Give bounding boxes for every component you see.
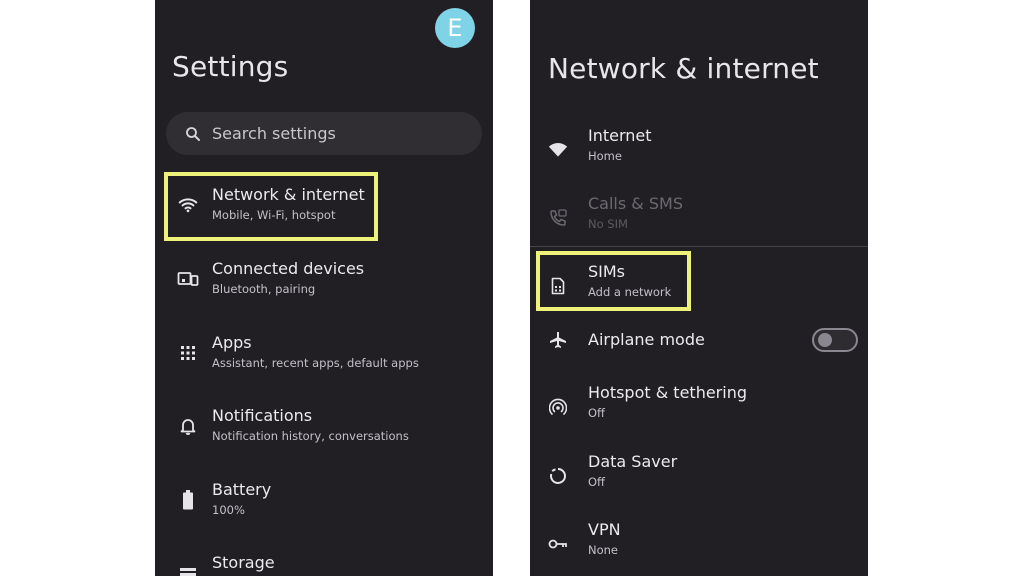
vpn-key-icon: [547, 533, 569, 555]
item-title: Hotspot & tethering: [588, 383, 747, 402]
item-subtitle: No SIM: [588, 217, 628, 231]
bell-icon: [177, 415, 199, 437]
highlight-box: [164, 172, 378, 241]
network-item-calls-sms[interactable]: Calls & SMS No SIM: [530, 188, 868, 248]
item-title: Airplane mode: [588, 330, 705, 349]
airplane-icon: [547, 329, 569, 351]
settings-item-battery[interactable]: Battery 100%: [155, 470, 493, 530]
item-title: Storage: [212, 553, 275, 572]
storage-icon: [177, 562, 199, 576]
settings-item-connected-devices[interactable]: Connected devices Bluetooth, pairing: [155, 249, 493, 309]
item-title: Internet: [588, 126, 652, 145]
page-title: Settings: [172, 50, 289, 83]
search-placeholder: Search settings: [212, 124, 336, 143]
page-title: Network & internet: [548, 52, 819, 85]
battery-icon: [177, 489, 199, 511]
item-title: Notifications: [212, 406, 313, 425]
apps-grid-icon: [177, 342, 199, 364]
network-item-data-saver[interactable]: Data Saver Off: [530, 446, 868, 506]
network-item-airplane-mode[interactable]: Airplane mode: [530, 310, 868, 370]
item-title: Connected devices: [212, 259, 365, 278]
search-input[interactable]: Search settings: [166, 112, 482, 155]
item-title: Apps: [212, 333, 252, 352]
settings-item-notifications[interactable]: Notifications Notification history, conv…: [155, 396, 493, 456]
item-title: Calls & SMS: [588, 194, 683, 213]
hotspot-icon: [547, 396, 569, 418]
wifi-icon: [547, 139, 569, 161]
airplane-mode-toggle[interactable]: [812, 328, 858, 352]
account-avatar[interactable]: E: [435, 8, 475, 48]
settings-screen: E Settings Search settings Network & int…: [155, 0, 493, 576]
connected-devices-icon: [177, 268, 199, 290]
item-subtitle: Off: [588, 475, 605, 489]
data-saver-icon: [547, 465, 569, 487]
search-icon: [186, 126, 200, 141]
toggle-knob: [818, 333, 832, 347]
item-title: Data Saver: [588, 452, 678, 471]
item-subtitle: Off: [588, 406, 605, 420]
calls-sms-icon: [547, 207, 569, 229]
highlight-box: [536, 251, 691, 311]
network-item-internet[interactable]: Internet Home: [530, 120, 868, 180]
item-subtitle: None: [588, 543, 619, 557]
item-subtitle: 100%: [212, 503, 245, 517]
network-item-vpn[interactable]: VPN None: [530, 514, 868, 574]
settings-item-storage[interactable]: Storage: [155, 543, 493, 576]
network-internet-screen: Network & internet Internet Home Calls &…: [530, 0, 868, 576]
settings-item-apps[interactable]: Apps Assistant, recent apps, default app…: [155, 323, 493, 383]
item-title: Battery: [212, 480, 272, 499]
item-subtitle: Notification history, conversations: [212, 429, 409, 443]
item-subtitle: Home: [588, 149, 622, 163]
item-subtitle: Assistant, recent apps, default apps: [212, 356, 419, 370]
section-divider: [530, 246, 868, 247]
network-item-hotspot[interactable]: Hotspot & tethering Off: [530, 377, 868, 437]
item-subtitle: Bluetooth, pairing: [212, 282, 316, 296]
item-title: VPN: [588, 520, 621, 539]
